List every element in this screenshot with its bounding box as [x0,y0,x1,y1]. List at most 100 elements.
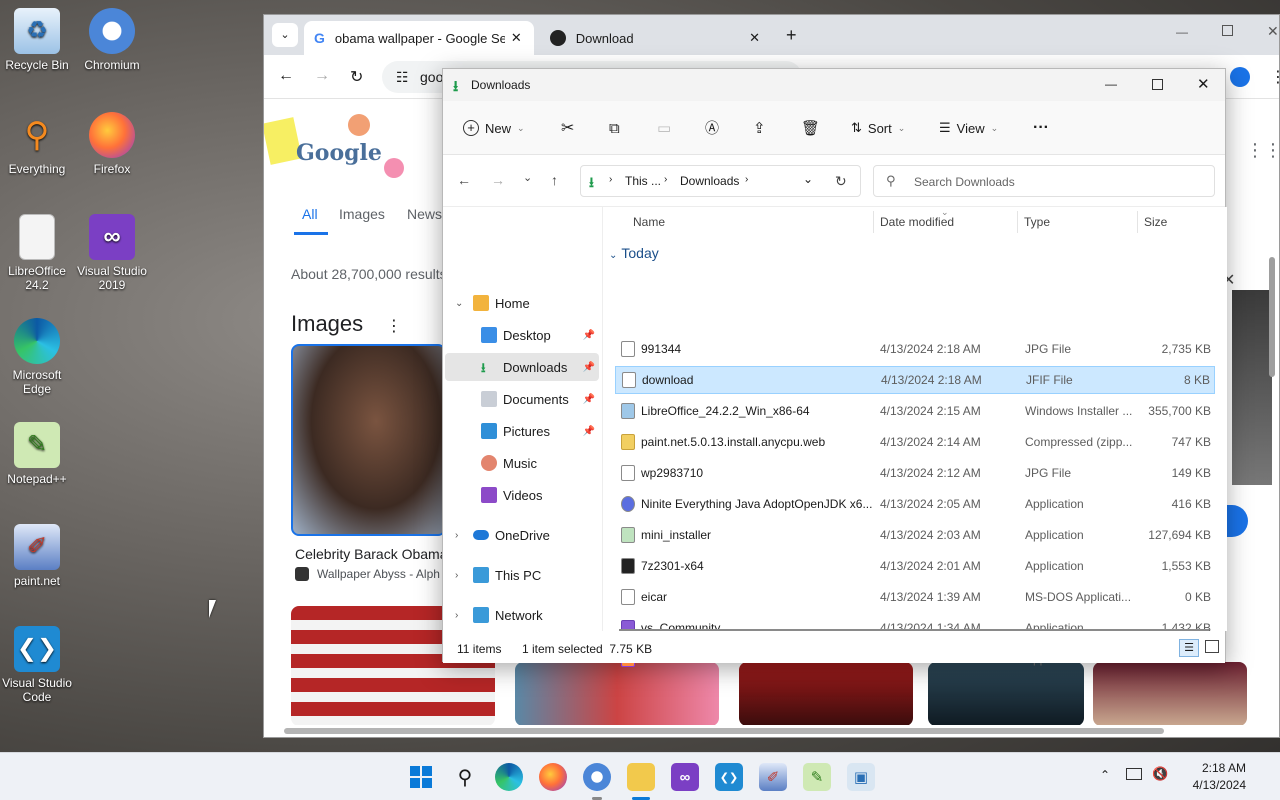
explorer-close-icon[interactable]: ✕ [1197,75,1210,93]
share-icon[interactable]: ⇪ [753,101,766,155]
new-button[interactable]: + New ⌄ [463,101,525,155]
taskbar-notepadpp-icon[interactable]: ✎ [803,763,831,791]
column-header-name[interactable]: Name [633,215,665,229]
desktop-icon-notepadpp[interactable]: ✎ Notepad++ [2,422,72,486]
vertical-scrollbar[interactable] [1266,247,1278,717]
file-row[interactable]: Ninite Everything Java AdoptOpenJDK x6..… [615,490,1215,518]
minimize-icon[interactable]: — [1176,25,1188,39]
explorer-minimize-icon[interactable]: — [1105,77,1117,91]
desktop-icon-recycle-bin[interactable]: ♻ Recycle Bin [2,8,72,72]
google-doodle-logo[interactable]: Google [264,114,404,178]
taskbar-edge-icon[interactable] [495,763,523,791]
desktop-icon-vscode[interactable]: ❮❯ Visual Studio Code [2,626,72,704]
view-button[interactable]: ☰ View ⌄ [939,101,998,155]
clock-time[interactable]: 2:18 AM [1186,761,1246,775]
refresh-icon[interactable]: ↻ [835,173,847,190]
volume-tray-icon[interactable]: 🔇 [1152,766,1168,782]
search-tab-news[interactable]: News [407,206,442,222]
group-header-today[interactable]: ⌄ Today [609,245,659,261]
column-header-type[interactable]: Type [1024,215,1050,229]
nav-forward-icon[interactable]: → [491,172,505,188]
copy-icon[interactable]: ⧉ [609,101,620,155]
tab-google-search[interactable]: G obama wallpaper - Google Sea ✕ [304,21,534,55]
desktop-icon-chromium[interactable]: Chromium [77,8,147,72]
taskbar-vscode-icon[interactable]: ❮❯ [715,763,743,791]
file-row[interactable]: wp2983710 4/13/2024 2:12 AM JPG File 149 KB [615,459,1215,487]
start-windows-icon[interactable] [407,763,435,791]
recent-locations-chevron-icon[interactable]: ⌄ [523,171,532,184]
expand-chevron-icon[interactable]: › [455,610,458,621]
tab-search-button[interactable]: ⌄ [272,23,298,47]
expand-chevron-icon[interactable]: › [455,570,458,581]
tiles-view-icon[interactable] [1205,640,1219,653]
desktop-icon-libreoffice[interactable]: LibreOffice 24.2 [2,214,72,292]
nav-this-pc[interactable]: › This PC [445,561,599,589]
nav-network[interactable]: › Network [445,601,599,629]
images-more-icon[interactable]: ⋮ [386,316,402,336]
maximize-icon[interactable] [1222,25,1233,36]
desktop-icon-firefox[interactable]: Firefox [77,112,147,176]
sort-button[interactable]: ⇅ Sort ⌄ [851,101,905,155]
desktop-icon-visual-studio[interactable]: ∞ Visual Studio 2019 [77,214,147,292]
cut-scissors-icon[interactable]: ✂ [561,101,574,155]
tab-close-icon[interactable]: ✕ [749,30,760,46]
delete-trash-icon[interactable]: 🗑 [801,101,820,155]
nav-videos[interactable]: Videos [445,481,599,509]
reload-icon[interactable]: ↻ [350,67,363,87]
menu-kebab-icon[interactable]: ⋮ [1270,67,1280,87]
file-row[interactable]: eicar 4/13/2024 1:39 AM MS-DOS Applicati..… [615,583,1215,611]
taskbar-file-explorer-icon[interactable] [627,763,655,791]
taskbar-chromium-icon[interactable] [583,763,611,791]
file-row[interactable]: paint.net.5.0.13.install.anycpu.web 4/13/… [615,428,1215,456]
image-card-title[interactable]: Celebrity Barack Obama [295,546,448,562]
forward-arrow-icon[interactable]: → [314,67,330,85]
file-row[interactable]: 991344 4/13/2024 2:18 AM JPG File 2,735 KB [615,335,1215,363]
more-options-icon[interactable]: ··· [1033,101,1049,155]
expand-chevron-icon[interactable]: ⌄ [455,298,463,309]
taskbar-visual-studio-icon[interactable]: ∞ [671,763,699,791]
close-window-icon[interactable]: ✕ [1267,23,1279,40]
tray-overflow-chevron-icon[interactable]: ⌃ [1100,768,1110,782]
address-dropdown-icon[interactable]: ⌄ [803,172,813,186]
desktop-icon-edge[interactable]: Microsoft Edge [2,318,72,396]
rename-icon[interactable]: Ⓐ [705,101,719,155]
image-thumb-obama-1[interactable] [291,344,446,536]
clock-date[interactable]: 4/13/2024 [1176,778,1246,792]
tab-download[interactable]: Download ✕ [540,21,770,55]
nav-downloads[interactable]: ⭳ Downloads 📌 [445,353,599,381]
network-tray-icon[interactable] [1126,768,1142,780]
details-view-icon[interactable]: ☰ [1179,639,1199,657]
nav-documents[interactable]: Documents 📌 [445,385,599,413]
site-info-icon[interactable]: ☷ [396,69,409,86]
column-header-size[interactable]: Size [1144,215,1167,229]
search-downloads-input[interactable]: ⚲ Search Downloads [873,165,1215,197]
nav-music[interactable]: Music [445,449,599,477]
profile-avatar[interactable] [1230,67,1250,87]
desktop-icon-paintnet[interactable]: ✐ paint.net [2,524,72,588]
expand-chevron-icon[interactable]: › [455,530,458,541]
taskbar-app-icon[interactable]: ▣ [847,763,875,791]
tab-close-icon[interactable]: ✕ [511,30,522,46]
nav-up-icon[interactable]: ↑ [551,172,558,188]
paste-clipboard-icon[interactable]: ▭ [657,101,671,155]
file-row[interactable]: 7z2301-x64 4/13/2024 2:01 AM Application 1,… [615,552,1215,580]
taskbar-search-icon[interactable]: ⚲ [451,763,479,791]
horizontal-scrollbar[interactable] [274,725,1264,737]
nav-pictures[interactable]: Pictures 📌 [445,417,599,445]
explorer-maximize-icon[interactable] [1152,79,1163,90]
breadcrumb-bar[interactable]: ⭳ › This ... › Downloads › ⌄ [580,165,861,197]
new-tab-plus-icon[interactable]: + [786,25,797,46]
search-tab-images[interactable]: Images [339,206,385,222]
column-header-date[interactable]: Date modified [880,215,954,229]
nav-home[interactable]: ⌄ Home [445,289,599,317]
nav-desktop[interactable]: Desktop 📌 [445,321,599,349]
back-arrow-icon[interactable]: ← [278,67,294,85]
taskbar-paintnet-icon[interactable]: ✐ [759,763,787,791]
breadcrumb-downloads[interactable]: Downloads [680,174,739,188]
file-row[interactable]: LibreOffice_24.2.2_Win_x86-64 4/13/2024 2… [615,397,1215,425]
apps-grid-icon[interactable]: ⋮⋮ [1246,140,1279,161]
nav-back-icon[interactable]: ← [457,172,471,188]
file-row[interactable]: mini_installer 4/13/2024 2:03 AM Applicati… [615,521,1215,549]
nav-onedrive[interactable]: › OneDrive [445,521,599,549]
taskbar-firefox-icon[interactable] [539,763,567,791]
